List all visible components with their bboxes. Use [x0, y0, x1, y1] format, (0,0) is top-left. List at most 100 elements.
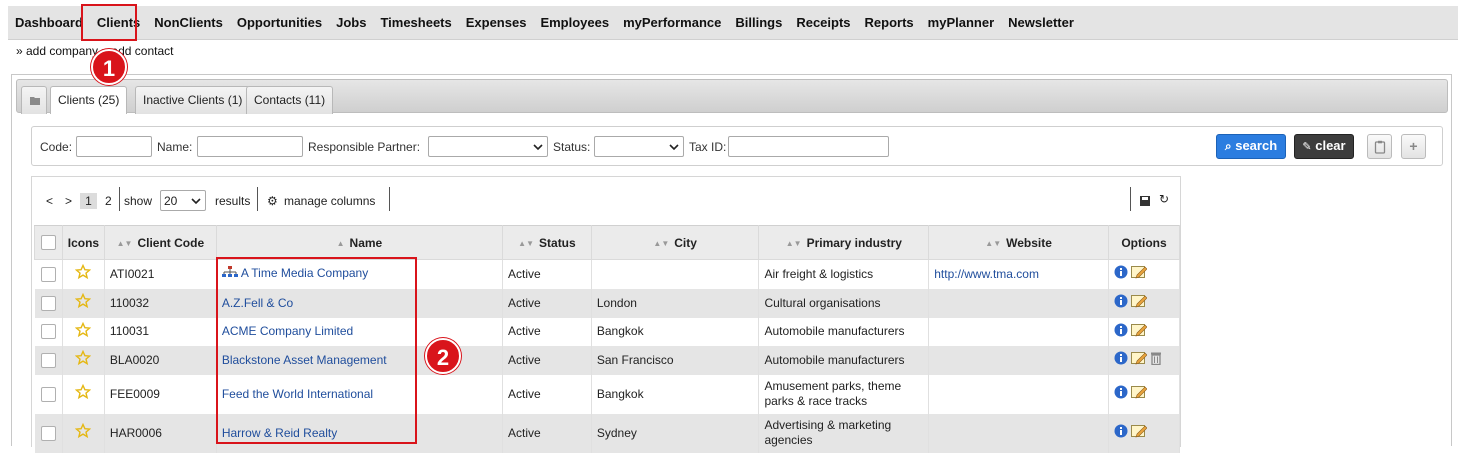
- client-name-link[interactable]: ACME Company Limited: [222, 324, 353, 338]
- info-icon[interactable]: [1114, 294, 1128, 312]
- page-2-button[interactable]: 2: [105, 194, 112, 208]
- row-checkbox[interactable]: [40, 352, 56, 368]
- table-row[interactable]: 110031 ACME Company Limited Active Bangkok A…: [34, 317, 1181, 346]
- nav-jobs[interactable]: Jobs: [329, 6, 373, 40]
- header-primary-industry[interactable]: ▲▼ Primary industry: [758, 225, 930, 260]
- nav-opportunities[interactable]: Opportunities: [230, 6, 329, 40]
- code-input[interactable]: [76, 136, 152, 157]
- manage-columns-button[interactable]: manage columns: [284, 194, 375, 208]
- row-checkbox[interactable]: [40, 324, 56, 340]
- nav-receipts[interactable]: Receipts: [789, 6, 857, 40]
- header-client-code[interactable]: ▲▼ Client Code: [103, 225, 217, 260]
- header-name[interactable]: ▲ Name: [215, 225, 504, 260]
- header-options: Options: [1107, 225, 1181, 260]
- client-name-cell: Harrow & Reid Realty: [216, 413, 504, 453]
- star-icon[interactable]: [75, 349, 92, 370]
- client-name-link[interactable]: A.Z.Fell & Co: [222, 296, 293, 310]
- info-icon[interactable]: [1114, 385, 1128, 403]
- edit-icon[interactable]: [1130, 424, 1148, 442]
- star-icon[interactable]: [75, 321, 92, 342]
- nav-expenses[interactable]: Expenses: [459, 6, 534, 40]
- prev-page-button[interactable]: <: [46, 194, 53, 208]
- star-icon[interactable]: [75, 292, 92, 313]
- star-icon[interactable]: [75, 383, 92, 404]
- website-cell: [928, 374, 1109, 414]
- table-row[interactable]: FEE0009 Feed the World International Activ…: [34, 374, 1181, 414]
- search-button[interactable]: ⌕ search: [1216, 134, 1286, 159]
- refresh-icon[interactable]: ↻: [1159, 192, 1169, 206]
- edit-icon[interactable]: [1130, 323, 1148, 341]
- add-button[interactable]: +: [1401, 134, 1426, 159]
- website-cell: http://www.tma.com: [928, 259, 1109, 289]
- industry-cell: Automobile manufacturers: [758, 317, 930, 346]
- info-icon[interactable]: [1114, 265, 1128, 283]
- per-page-select[interactable]: 20: [160, 190, 206, 211]
- folder-tab[interactable]: [21, 86, 47, 114]
- edit-icon[interactable]: [1130, 265, 1148, 283]
- clients-panel: Clients (25) Inactive Clients (1) Contac…: [11, 74, 1452, 453]
- client-name-link[interactable]: Harrow & Reid Realty: [222, 426, 337, 440]
- header-city[interactable]: ▲▼ City: [590, 225, 760, 260]
- website-link[interactable]: http://www.tma.com: [934, 267, 1039, 281]
- table-row[interactable]: HAR0006 Harrow & Reid Realty Active Sydney A…: [34, 413, 1181, 453]
- star-icon[interactable]: [75, 422, 92, 443]
- page-1-button[interactable]: 1: [80, 193, 97, 209]
- info-icon[interactable]: [1114, 424, 1128, 442]
- industry-cell: Amusement parks, theme parks & race trac…: [758, 374, 930, 414]
- client-name-link[interactable]: A Time Media Company: [241, 266, 368, 280]
- select-all-checkbox[interactable]: [40, 235, 56, 251]
- table-row[interactable]: 110032 A.Z.Fell & Co Active London Cultural …: [34, 288, 1181, 318]
- table-row[interactable]: ATI0021 A Time Media Company Active Air fre…: [34, 259, 1181, 289]
- info-icon[interactable]: [1114, 323, 1128, 341]
- header-website[interactable]: ▲▼ Website: [928, 225, 1109, 260]
- nav-billings[interactable]: Billings: [728, 6, 789, 40]
- nav-myperformance[interactable]: myPerformance: [616, 6, 728, 40]
- trash-icon[interactable]: [1150, 351, 1162, 369]
- tab-inactive-clients[interactable]: Inactive Clients (1): [135, 86, 251, 114]
- status-cell: Active: [502, 317, 592, 346]
- edit-icon[interactable]: [1130, 385, 1148, 403]
- header-status[interactable]: ▲▼ Status: [502, 225, 592, 260]
- tab-contacts[interactable]: Contacts (11): [246, 86, 334, 114]
- row-select-cell: [34, 288, 63, 318]
- responsible-partner-select[interactable]: [428, 136, 548, 157]
- save-icon[interactable]: [1140, 196, 1150, 206]
- industry-cell: Automobile manufacturers: [758, 345, 930, 375]
- client-code-cell: BLA0020: [104, 345, 217, 375]
- row-checkbox[interactable]: [40, 386, 56, 402]
- org-chart-icon[interactable]: [221, 266, 238, 282]
- top-nav: Dashboard Clients NonClients Opportuniti…: [8, 6, 1458, 40]
- nav-clients[interactable]: Clients: [90, 6, 147, 40]
- edit-icon[interactable]: [1130, 351, 1148, 369]
- star-icon[interactable]: [75, 264, 92, 284]
- tax-id-input[interactable]: [728, 136, 889, 157]
- name-input[interactable]: [197, 136, 303, 157]
- clipboard-icon: [1374, 140, 1385, 154]
- nav-employees[interactable]: Employees: [533, 6, 616, 40]
- city-cell: [591, 259, 760, 289]
- edit-icon[interactable]: [1130, 294, 1148, 312]
- nav-timesheets[interactable]: Timesheets: [373, 6, 458, 40]
- clear-button[interactable]: ✎ clear: [1294, 134, 1354, 159]
- clipboard-button[interactable]: [1367, 134, 1392, 159]
- divider: [257, 187, 258, 211]
- client-name-link[interactable]: Feed the World International: [222, 387, 373, 401]
- options-cell: [1108, 259, 1181, 289]
- status-select[interactable]: [594, 136, 684, 157]
- row-checkbox[interactable]: [40, 266, 56, 282]
- tab-clients[interactable]: Clients (25): [50, 86, 128, 114]
- row-checkbox[interactable]: [40, 295, 56, 311]
- table-row[interactable]: BLA0020 Blackstone Asset Management Active…: [34, 345, 1181, 375]
- client-name-link[interactable]: Blackstone Asset Management: [222, 353, 387, 367]
- nav-newsletter[interactable]: Newsletter: [1001, 6, 1081, 40]
- nav-myplanner[interactable]: myPlanner: [921, 6, 1001, 40]
- industry-cell: Advertising & marketing agencies: [758, 413, 930, 453]
- next-page-button[interactable]: >: [65, 194, 72, 208]
- nav-reports[interactable]: Reports: [858, 6, 921, 40]
- row-checkbox[interactable]: [40, 425, 56, 441]
- add-company-link[interactable]: » add company: [16, 44, 98, 58]
- nav-dashboard[interactable]: Dashboard: [8, 6, 90, 40]
- nav-nonclients[interactable]: NonClients: [147, 6, 230, 40]
- info-icon[interactable]: [1114, 351, 1128, 369]
- header-label: Status: [539, 235, 576, 250]
